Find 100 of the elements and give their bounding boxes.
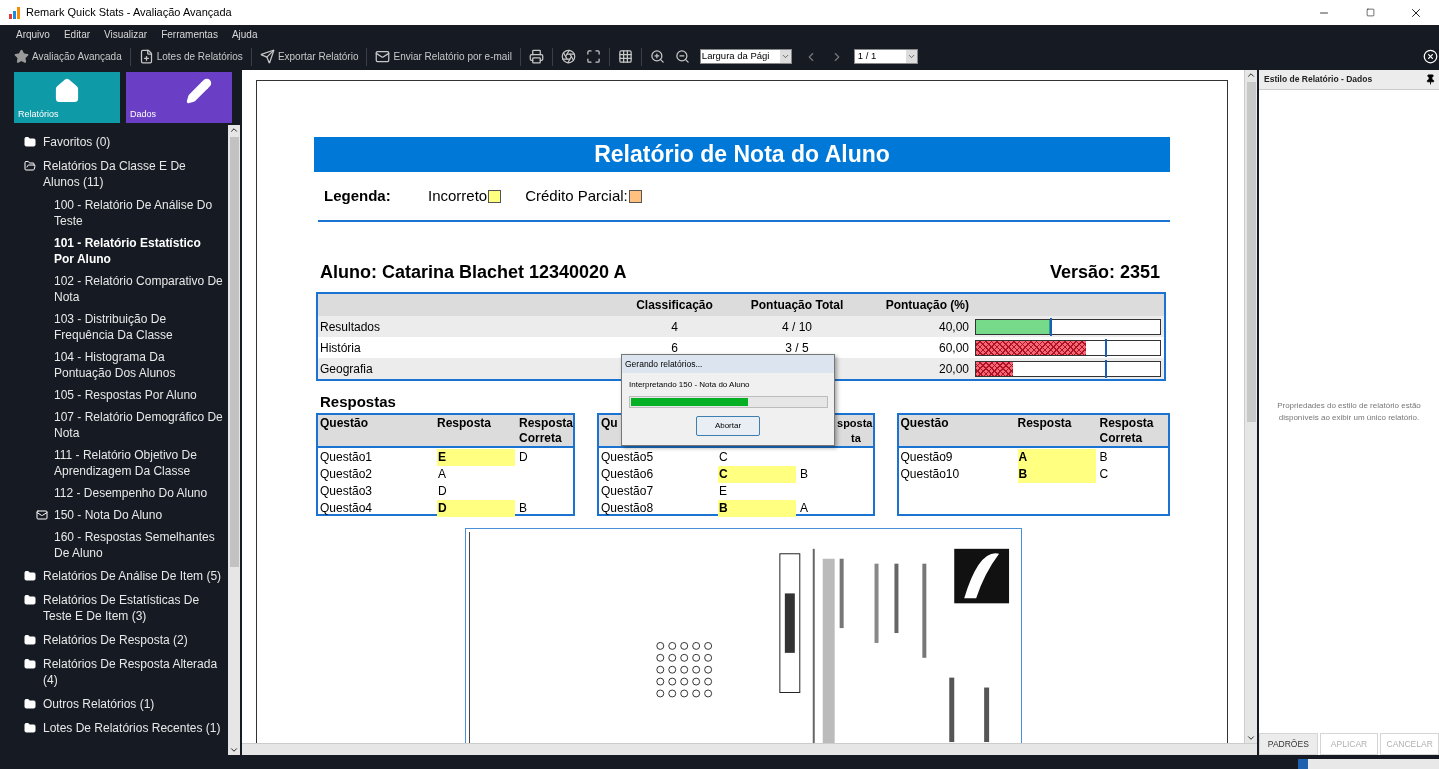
folder-icon	[24, 136, 36, 148]
tree-item[interactable]: 102 - Relatório Comparativo De Nota	[14, 270, 228, 308]
table-cell-text: Questão2	[320, 466, 374, 483]
dialog-title: Gerando relatórios...	[625, 357, 703, 371]
panel-button[interactable]: PADRÕES	[1259, 733, 1318, 755]
toolbar-button[interactable]: Exportar Relatório	[257, 45, 361, 68]
tree-folder[interactable]: Outros Relatórios (1)	[14, 692, 228, 716]
folder-icon	[24, 658, 36, 670]
tree-item[interactable]: 111 - Relatório Objetivo De Aprendizagem Da Classe	[14, 444, 228, 482]
star-icon	[14, 49, 29, 64]
legend-text: Incorreto	[428, 185, 488, 206]
tree-folder[interactable]: Relatórios De Análise De Item (5)	[14, 564, 228, 588]
tree-folder[interactable]: Favoritos (0)	[14, 130, 228, 154]
tree-item[interactable]: 112 - Desempenho Do Aluno	[14, 482, 228, 504]
table-cell: 6	[671, 340, 678, 355]
nav-tile[interactable]: Dados	[126, 72, 232, 123]
report-title: Relatório de Nota do Aluno	[314, 137, 1170, 172]
table-cell-text: B	[1099, 449, 1109, 466]
table-cell-text: História	[319, 339, 362, 357]
table-cell-text: B	[519, 500, 528, 517]
column-header: Pontuação Total	[749, 297, 845, 314]
table-cell-text: Questão8	[601, 500, 655, 517]
student-name: Aluno: Catarina Blachet 12340020 A	[320, 261, 627, 284]
tree-folder[interactable]: Relatórios De Resposta (2)	[14, 628, 228, 652]
toolbar-button[interactable]: Lotes de Relatórios	[136, 45, 245, 68]
dropdown-icon	[780, 52, 790, 61]
column-header: Resposta	[1017, 416, 1073, 432]
zoom-in-icon	[649, 49, 665, 64]
table-cell-text: Questão6	[601, 466, 655, 483]
folder-icon	[24, 570, 36, 582]
table-cell: 60,00	[938, 340, 969, 355]
mail-icon	[375, 49, 391, 64]
table-cell-text: Questão7	[601, 483, 655, 500]
file-plus-icon	[138, 49, 154, 64]
column-header: Resposta Correta	[1099, 416, 1155, 446]
menu-item[interactable]: Ajuda	[231, 26, 258, 42]
tree-item[interactable]: 160 - Respostas Semelhantes De Aluno	[14, 526, 228, 564]
column-header: Resposta Correta	[519, 416, 574, 446]
tree-folder[interactable]: Relatórios De Resposta Alterada (4)	[14, 652, 228, 692]
folder-icon	[24, 594, 36, 606]
mail-icon	[36, 509, 48, 521]
zoom-select[interactable]: Largura da Pági	[699, 49, 792, 64]
page-select[interactable]: 1 / 1	[853, 49, 918, 64]
tree-item[interactable]: 101 - Relatório Estatístico Por Aluno	[14, 232, 228, 270]
tree-folder[interactable]: Lotes De Relatórios Recentes (1)	[14, 716, 228, 740]
legend-text: Crédito Parcial:	[525, 185, 628, 206]
tree-folder[interactable]: Relatórios De Estatísticas De Teste E De Item (3)	[14, 588, 228, 628]
folder-open-icon	[24, 160, 36, 172]
home-icon	[54, 78, 80, 104]
menu-item[interactable]: Editar	[63, 26, 91, 42]
answer-cell: B	[718, 500, 797, 517]
answer-cell-text: E	[718, 483, 729, 500]
scroll-up-icon[interactable]	[1246, 70, 1256, 80]
app-logo-icon	[8, 5, 22, 20]
answer-cell: E	[437, 449, 515, 466]
toolbar-button[interactable]: Avaliação Avançada	[12, 45, 124, 68]
send-icon	[259, 49, 275, 64]
scroll-down-icon[interactable]	[1246, 733, 1256, 743]
tree-item[interactable]: 104 - Histograma Da Pontuação Dos Alunos	[14, 346, 228, 384]
column-header: Questão	[320, 416, 369, 432]
panel-title: Estilo de Relatório - Dados	[1264, 73, 1373, 86]
abort-button[interactable]: Abortar	[696, 416, 760, 436]
scrollbar[interactable]	[1244, 70, 1257, 743]
grid-icon	[617, 49, 633, 64]
tree-folder[interactable]: Relatórios Da Classe E De Alunos (11)	[14, 154, 228, 194]
table-cell-text: Questão1	[320, 449, 374, 466]
folder-icon	[24, 722, 36, 734]
scroll-down-icon[interactable]	[229, 745, 239, 755]
answer-cell: C	[718, 466, 797, 483]
menu-item[interactable]: Ferramentas	[161, 26, 218, 42]
version-label: Versão: 2351	[1049, 261, 1160, 284]
table-cell: 40,00	[938, 319, 969, 334]
tree-item[interactable]: 100 - Relatório De Análise Do Teste	[14, 194, 228, 232]
table-cell-text: Questão5	[601, 449, 655, 466]
answer-cell: D	[437, 500, 515, 517]
pencil-icon	[186, 78, 212, 104]
close-icon[interactable]	[1423, 49, 1438, 64]
menu-item[interactable]: Arquivo	[16, 26, 50, 42]
tree-item[interactable]: 105 - Respostas Por Aluno	[14, 384, 228, 406]
table-cell-text: Resultados	[319, 318, 382, 336]
table-cell: 20,00	[938, 361, 969, 376]
table-cell-text: D	[519, 449, 529, 466]
table-cell-text: B	[800, 466, 810, 483]
tree-item[interactable]: 150 - Nota Do Aluno	[14, 504, 228, 526]
answer-cell: B	[1017, 466, 1096, 483]
tree-item[interactable]: 107 - Relatório Demográfico De Nota	[14, 406, 228, 444]
column-header: Pontuação (%)	[884, 297, 969, 314]
table-cell: 4	[671, 319, 678, 334]
pin-icon[interactable]	[1425, 74, 1436, 85]
tree-item[interactable]: 103 - Distribuição De Frequência Da Classe	[14, 308, 228, 346]
scrollbar[interactable]	[228, 125, 240, 755]
toolbar-button[interactable]: Enviar Relatório por e-mail	[373, 45, 514, 68]
folder-icon	[24, 698, 36, 710]
scroll-up-icon[interactable]	[229, 125, 239, 135]
table-cell-text: Questão9	[900, 449, 954, 466]
table-cell-text: Questão3	[320, 483, 374, 500]
menu-item[interactable]: Visualizar	[104, 26, 148, 42]
table-cell-text: Questão10	[900, 466, 961, 483]
window-title: Remark Quick Stats - Avaliação Avançada	[26, 5, 232, 21]
horizontal-scrollbar[interactable]	[242, 743, 1257, 755]
